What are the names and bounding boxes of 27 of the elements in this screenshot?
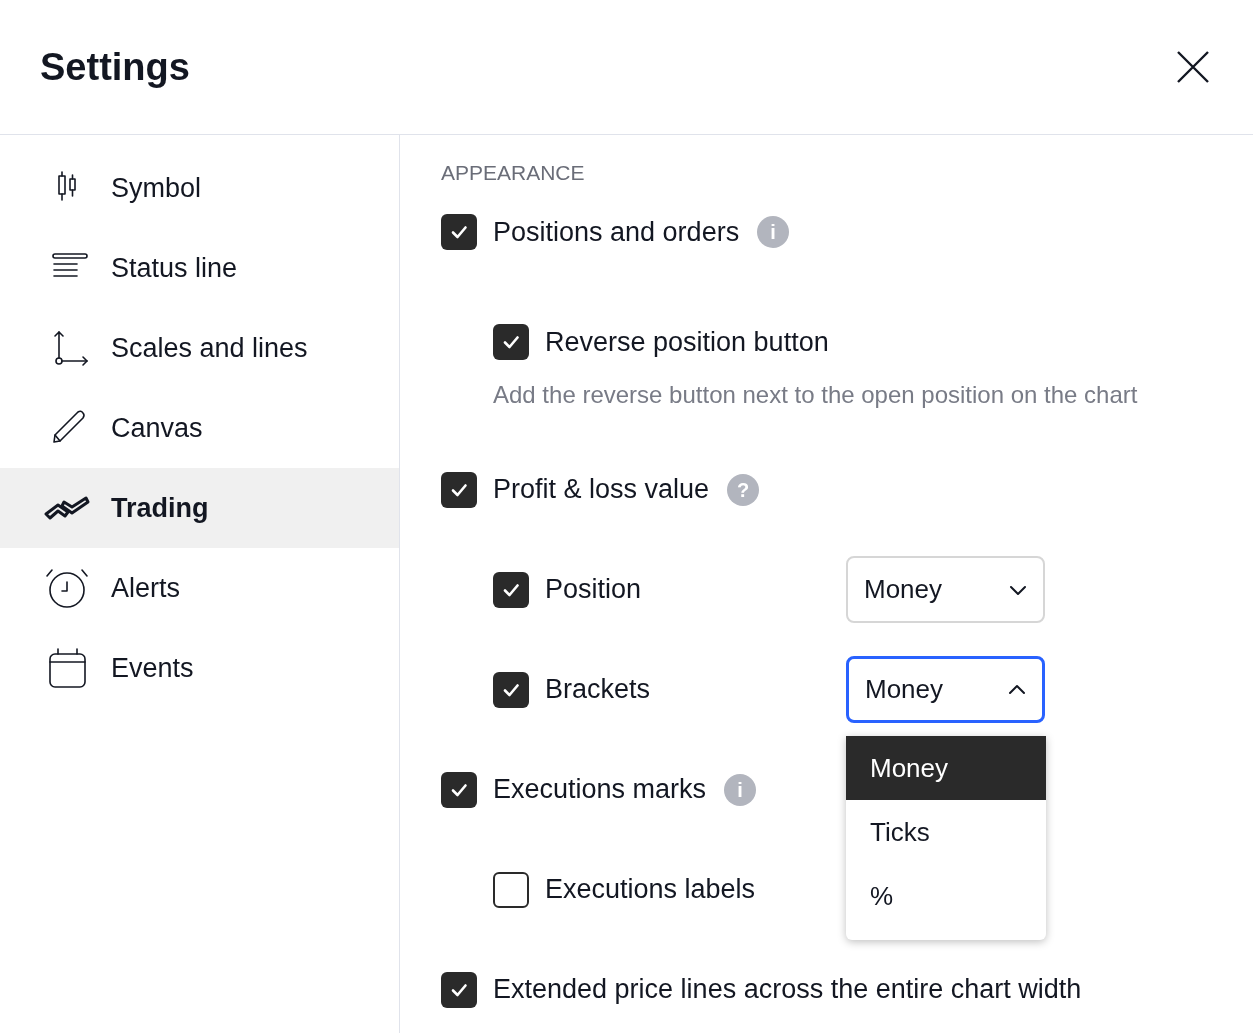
checkbox[interactable] bbox=[493, 571, 529, 608]
option-label: Executions marks bbox=[493, 773, 707, 807]
option-label: Extended price lines across the entire chart width bbox=[493, 973, 1082, 1007]
checkbox[interactable] bbox=[441, 214, 477, 250]
dialog-title: Settings bbox=[40, 44, 190, 90]
option-label: Profit & loss value bbox=[493, 473, 710, 507]
option-label: Executions labels bbox=[545, 873, 756, 907]
option-label: Brackets bbox=[545, 673, 651, 707]
option-label: Position bbox=[545, 573, 642, 607]
dropdown-select[interactable]: Money bbox=[846, 556, 1045, 623]
zigzag-lines-icon bbox=[44, 496, 90, 520]
section-heading: APPEARANCE bbox=[441, 160, 586, 182]
dropdown-option[interactable]: Money bbox=[846, 736, 1046, 800]
close-icon bbox=[1175, 49, 1211, 85]
checkbox[interactable] bbox=[493, 671, 529, 708]
checkbox[interactable] bbox=[493, 871, 529, 908]
checkbox[interactable] bbox=[441, 471, 477, 508]
sidebar-item[interactable]: Trading bbox=[0, 468, 399, 548]
checkbox[interactable] bbox=[493, 324, 529, 361]
dropdown-option[interactable]: % bbox=[846, 864, 1046, 928]
option-description: Add the reverse button next to the open position on the chart bbox=[493, 379, 1139, 410]
dropdown-select[interactable]: Money bbox=[846, 656, 1045, 723]
checkbox[interactable] bbox=[441, 971, 477, 1008]
checkbox[interactable] bbox=[441, 771, 477, 808]
option-label: Positions and orders bbox=[493, 215, 740, 249]
option-label: Reverse position button bbox=[545, 326, 829, 359]
dropdown-option[interactable]: Ticks bbox=[846, 800, 1046, 864]
